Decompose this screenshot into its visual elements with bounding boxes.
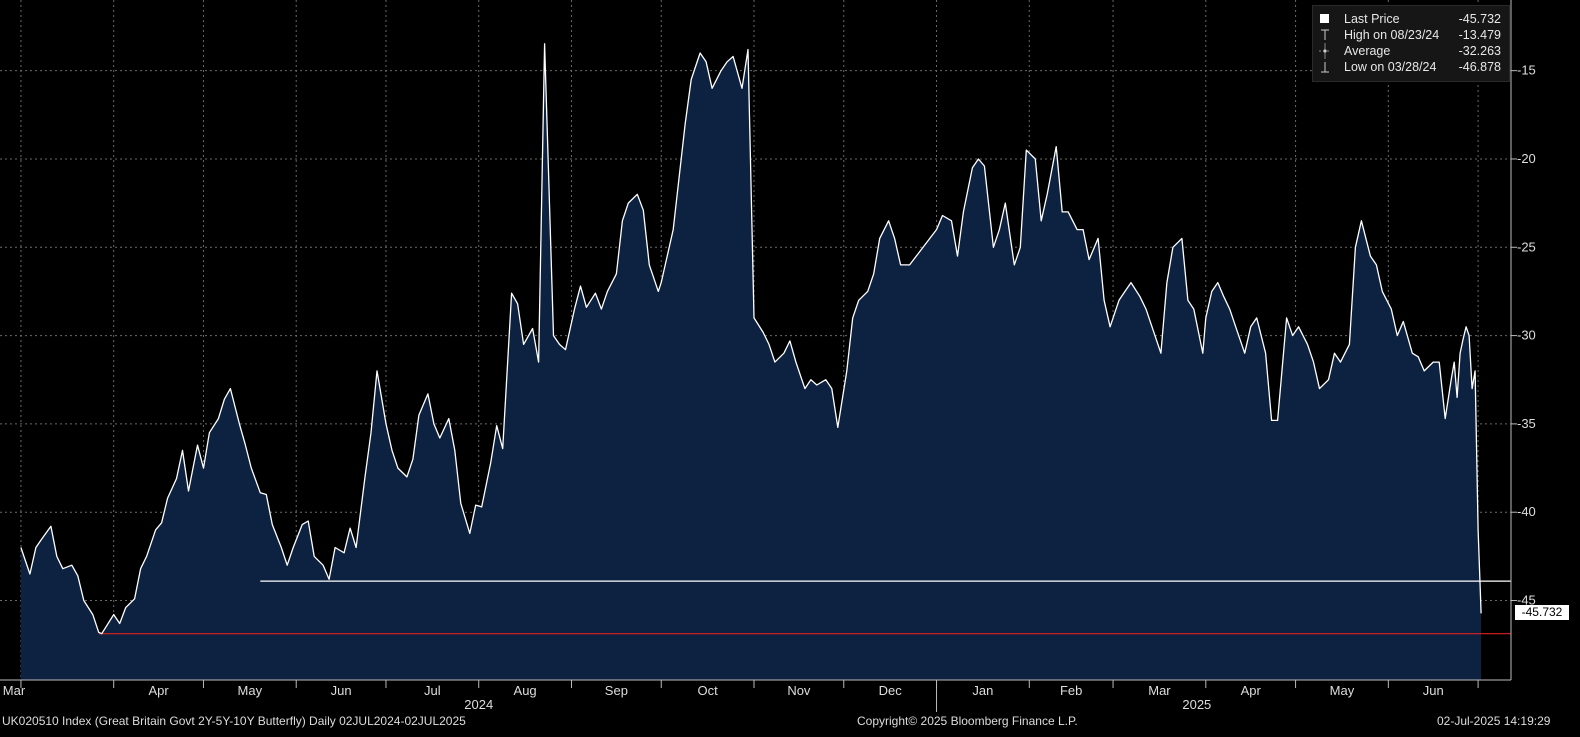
legend-value: -45.732 xyxy=(1458,12,1501,26)
legend-item-low: Low on 03/28/24 -46.878 xyxy=(1313,59,1509,75)
y-tick-label: -15 xyxy=(1517,63,1536,78)
legend-label: Low on 03/28/24 xyxy=(1344,60,1437,74)
x-month-label: May xyxy=(238,683,263,698)
x-month-label: May xyxy=(1330,683,1355,698)
footer-timestamp: 02-Jul-2025 14:19:29 xyxy=(1437,714,1551,728)
legend-item-high: High on 08/23/24 -13.479 xyxy=(1313,27,1509,43)
x-month-label: Sep xyxy=(605,683,628,698)
y-tick-label: -40 xyxy=(1517,504,1536,519)
x-year-label: 2024 xyxy=(464,697,493,712)
high-marker-icon xyxy=(1319,27,1331,43)
area-fill xyxy=(20,43,1482,681)
last-price-tag: -45.732 xyxy=(1515,605,1569,621)
footer-copyright: Copyright© 2025 Bloomberg Finance L.P. xyxy=(857,714,1078,728)
legend: Last Price -45.732 High on 08/23/24 -13.… xyxy=(1312,5,1510,82)
butterfly-chart: -15-20-25-30-35-40-45Mar Apr May Jun Jul Aug S… xyxy=(0,0,1536,712)
x-month-label: Mar xyxy=(1148,683,1171,698)
average-line-icon xyxy=(1319,43,1333,59)
y-tick-label: -20 xyxy=(1517,151,1536,166)
x-month-label: Mar xyxy=(3,683,26,698)
square-filled-icon xyxy=(1313,11,1331,27)
legend-label: High on 08/23/24 xyxy=(1344,28,1440,42)
x-month-label: Jan xyxy=(972,683,993,698)
footer-ticker: UK020510 Index (Great Britain Govt 2Y-5Y… xyxy=(2,714,466,728)
x-year-label: 2025 xyxy=(1182,697,1211,712)
x-month-label: Nov xyxy=(787,683,811,698)
legend-item-last-price: Last Price -45.732 xyxy=(1313,11,1509,27)
legend-value: -13.479 xyxy=(1458,28,1501,42)
x-month-label: Jun xyxy=(331,683,352,698)
x-month-label: Feb xyxy=(1060,683,1082,698)
area-layer xyxy=(20,43,1482,681)
x-month-label: Dec xyxy=(879,683,903,698)
x-month-label: Aug xyxy=(514,683,537,698)
legend-value: -32.263 xyxy=(1458,44,1501,58)
x-month-label: Jun xyxy=(1423,683,1444,698)
x-month-label: Apr xyxy=(148,683,169,698)
y-tick-label: -35 xyxy=(1517,416,1536,431)
x-month-label: Jul xyxy=(424,683,441,698)
y-tick-label: -30 xyxy=(1517,328,1536,343)
legend-label: Last Price xyxy=(1344,12,1400,26)
low-marker-icon xyxy=(1319,59,1331,75)
x-month-label: Oct xyxy=(698,683,719,698)
x-month-label: Apr xyxy=(1241,683,1262,698)
legend-item-average: Average -32.263 xyxy=(1313,43,1509,59)
y-tick-label: -25 xyxy=(1517,239,1536,254)
legend-label: Average xyxy=(1344,44,1391,58)
legend-value: -46.878 xyxy=(1458,60,1501,74)
